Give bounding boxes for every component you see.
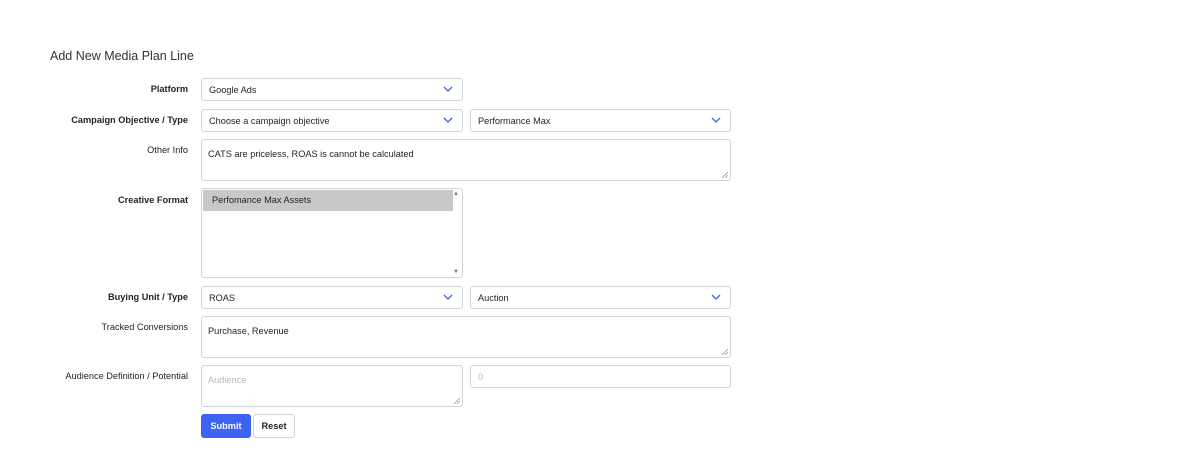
buying-type-select[interactable]: Auction xyxy=(470,286,731,309)
campaign-label: Campaign Objective / Type xyxy=(71,115,188,125)
reset-button[interactable]: Reset xyxy=(253,414,295,438)
other-info-textarea[interactable]: CATS are priceless, ROAS is cannot be ca… xyxy=(201,139,731,181)
chevron-down-icon xyxy=(443,117,453,123)
creative-format-label: Creative Format xyxy=(118,195,188,205)
platform-value: Google Ads xyxy=(209,85,257,95)
scroll-up-icon[interactable]: ▲ xyxy=(453,191,459,197)
buying-type-value: Auction xyxy=(478,293,509,303)
chevron-down-icon xyxy=(443,86,453,92)
campaign-type-select[interactable]: Performance Max xyxy=(470,109,731,132)
other-info-label: Other Info xyxy=(147,145,188,155)
other-info-value: CATS are priceless, ROAS is cannot be ca… xyxy=(208,149,414,159)
audience-potential-input[interactable]: 0 xyxy=(470,365,731,388)
tracked-conversions-textarea[interactable]: Purchase, Revenue xyxy=(201,316,731,358)
buying-unit-select[interactable]: ROAS xyxy=(201,286,463,309)
campaign-objective-select[interactable]: Choose a campaign objective xyxy=(201,109,463,132)
resize-handle-icon[interactable] xyxy=(722,349,728,355)
chevron-down-icon xyxy=(711,117,721,123)
chevron-down-icon xyxy=(711,294,721,300)
audience-definition-textarea[interactable]: Audience xyxy=(201,365,463,407)
audience-label: Audience Definition / Potential xyxy=(65,371,188,381)
chevron-down-icon xyxy=(443,294,453,300)
scroll-down-icon[interactable]: ▼ xyxy=(453,269,459,275)
buying-label: Buying Unit / Type xyxy=(108,292,188,302)
resize-handle-icon[interactable] xyxy=(454,398,460,404)
tracked-conversions-label: Tracked Conversions xyxy=(101,322,188,332)
campaign-type-value: Performance Max xyxy=(478,116,551,126)
resize-handle-icon[interactable] xyxy=(722,172,728,178)
audience-definition-placeholder: Audience xyxy=(208,375,247,385)
audience-potential-placeholder: 0 xyxy=(478,372,484,382)
list-item[interactable]: Perfomance Max Assets xyxy=(203,190,453,211)
buying-unit-value: ROAS xyxy=(209,293,236,303)
page-title: Add New Media Plan Line xyxy=(50,49,194,63)
submit-button[interactable]: Submit xyxy=(201,414,251,438)
platform-select[interactable]: Google Ads xyxy=(201,78,463,101)
platform-label: Platform xyxy=(150,84,188,94)
campaign-objective-value: Choose a campaign objective xyxy=(209,116,330,126)
tracked-conversions-value: Purchase, Revenue xyxy=(208,326,289,336)
creative-format-listbox[interactable]: Perfomance Max Assets ▲ ▼ xyxy=(201,188,463,278)
